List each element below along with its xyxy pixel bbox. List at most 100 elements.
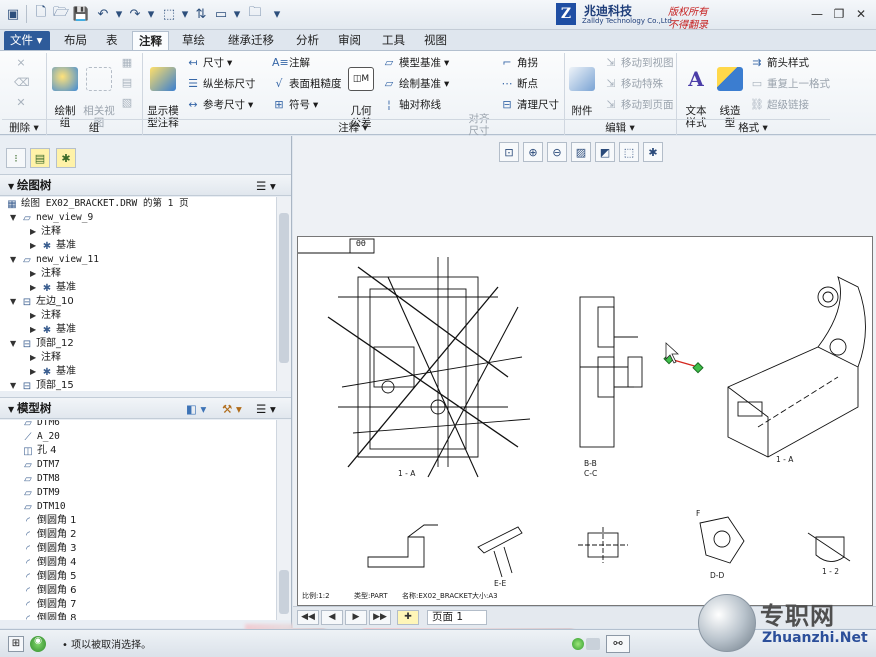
datum-display-icon[interactable]: ✱ xyxy=(643,142,663,162)
refit-icon[interactable]: ⊡ xyxy=(499,142,519,162)
tree-item[interactable]: ◜ 倒圆角 7 xyxy=(22,598,76,612)
close-button[interactable]: ✕ xyxy=(852,5,870,23)
new-page-icon[interactable]: ✚ xyxy=(397,610,419,625)
browser-icon[interactable]: ◉ xyxy=(30,636,46,652)
tree-item[interactable]: ◜ 倒圆角 3 xyxy=(22,542,76,556)
group-format-label[interactable]: 格式 ▾ xyxy=(676,119,830,135)
reference-dimension-button[interactable]: ↔ 参考尺寸 ▾ xyxy=(186,97,253,112)
open-folder-icon[interactable]: 🗁 xyxy=(52,5,70,23)
draw-tree-menu-icon[interactable]: ☰ ▾ xyxy=(256,176,276,196)
model-tree-filter-icon[interactable]: ◧ ▾ xyxy=(186,399,206,419)
tree-item[interactable]: ◜ 倒圆角 6 xyxy=(22,584,76,598)
tree-item[interactable]: ▶ 注释 xyxy=(30,309,61,323)
zoom-out-icon[interactable]: ⊖ xyxy=(547,142,567,162)
tree-item[interactable]: ▼ ▱ new_view_11 xyxy=(10,253,99,267)
tree-item[interactable]: ▱ DTM10 xyxy=(22,500,65,514)
tree-item[interactable]: ▱ DTM8 xyxy=(22,472,60,486)
symbol-button[interactable]: ⊞ 符号 ▾ xyxy=(272,97,318,112)
filter-binoculars-icon[interactable]: ⚯ xyxy=(606,635,630,653)
tree-item[interactable]: ⟋ A_20 xyxy=(22,430,60,444)
tab-table[interactable]: 表 xyxy=(100,31,124,50)
collapse-model-tree-icon[interactable]: ▼ xyxy=(8,405,17,414)
clean-dimension-button[interactable]: ⊟ 清理尺寸 xyxy=(500,97,559,112)
draw-group-button[interactable]: 绘制 组 xyxy=(50,55,80,129)
minimize-button[interactable]: — xyxy=(808,5,826,23)
tree-item[interactable]: ▶ 注释 xyxy=(30,267,61,281)
next-page-button[interactable]: ▶ xyxy=(345,610,367,625)
tree-item[interactable]: ▼ ⊟ 顶部_15 xyxy=(10,379,74,391)
tree-item[interactable]: ◜ 倒圆角 2 xyxy=(22,528,76,542)
tab-tools[interactable]: 工具 xyxy=(376,31,411,50)
last-page-button[interactable]: ▶▶ xyxy=(369,610,391,625)
axis-symmetry-button[interactable]: ¦ 轴对称线 xyxy=(382,97,441,112)
zoom-in-icon[interactable]: ⊕ xyxy=(523,142,543,162)
save-icon[interactable]: 💾 xyxy=(72,5,90,23)
geometric-tolerance-button[interactable]: ◫M 几何 公差 xyxy=(344,55,378,129)
tree-item[interactable]: ◫ 孔 4 xyxy=(22,444,56,458)
draw-tree-scroll-thumb[interactable] xyxy=(279,213,289,363)
tree-item[interactable]: ▶ ✱ 基准 xyxy=(30,239,76,253)
tree-item[interactable]: ▶ ✱ 基准 xyxy=(30,281,76,295)
group-delete-label[interactable]: 删除 ▾ xyxy=(2,119,46,135)
draw-tree-scrollbar[interactable] xyxy=(276,197,291,391)
redo-dropdown-icon[interactable]: ▾ xyxy=(142,5,160,23)
tree-item[interactable]: ▼ ⊟ 顶部_12 xyxy=(10,337,74,351)
dimension-dropdown-icon[interactable]: ▾ xyxy=(227,57,232,69)
model-tree-settings-icon[interactable]: ⚒ ▾ xyxy=(222,399,242,419)
tab-view[interactable]: 视图 xyxy=(418,31,453,50)
tree-item[interactable]: ◜ 倒圆角 1 xyxy=(22,514,76,528)
tree-item[interactable]: ▶ ✱ 基准 xyxy=(30,365,76,379)
model-tree-scroll-thumb[interactable] xyxy=(279,570,289,614)
tree-item[interactable]: ▱ DTM7 xyxy=(22,458,60,472)
tab-layout[interactable]: 布局 xyxy=(58,31,93,50)
tree-root[interactable]: ▦ 绘图 EX02_BRACKET.DRW 的第 1 页 xyxy=(6,197,188,211)
show-model-annotation-button[interactable]: 显示模 型注释 xyxy=(144,55,182,129)
group-annotate-label[interactable]: 注释 ▾ xyxy=(142,119,564,135)
tree-view-icon[interactable]: ⁝ xyxy=(6,148,26,168)
group-edit-label[interactable]: 编辑 ▾ xyxy=(564,119,676,135)
note-button[interactable]: A≡ 注解 xyxy=(272,55,310,70)
attachment-button[interactable]: 附件 xyxy=(566,55,598,117)
draw-datum-button[interactable]: ▱ 绘制基准 ▾ xyxy=(382,76,450,91)
close-window-icon[interactable]: 🗀 xyxy=(246,5,264,23)
draw-datum-dropdown-icon[interactable]: ▾ xyxy=(444,78,449,90)
regenerate-icon[interactable]: ⇅ xyxy=(192,5,210,23)
tree-item[interactable]: ◜ 倒圆角 5 xyxy=(22,570,76,584)
collapse-draw-tree-icon[interactable]: ▼ xyxy=(8,182,17,191)
symbol-dropdown-icon[interactable]: ▾ xyxy=(313,99,318,111)
message-log-icon[interactable]: ⊞ xyxy=(8,636,24,652)
arrow-style-button[interactable]: ⇉ 箭头样式 xyxy=(750,55,809,70)
tab-legacy-migration[interactable]: 继承迁移 xyxy=(222,31,280,50)
tree-item[interactable]: ▱ DTM6 xyxy=(22,420,60,430)
tree-item[interactable]: ▼ ⊟ 左边_10 xyxy=(10,295,74,309)
tab-review[interactable]: 审阅 xyxy=(332,31,367,50)
tree-item[interactable]: ▱ DTM9 xyxy=(22,486,60,500)
new-file-icon[interactable]: 🗋 xyxy=(32,5,50,23)
favorites-icon[interactable]: ✱ xyxy=(56,148,76,168)
drawing-canvas[interactable]: ⊡ ⊕ ⊖ ▨ ◩ ⬚ ✱ θθ B-B C-C 1 - A 1 - A F 1… xyxy=(245,136,876,650)
first-page-button[interactable]: ◀◀ xyxy=(297,610,319,625)
tree-item[interactable]: ◜ 倒圆角 8 xyxy=(22,612,76,620)
model-datum-button[interactable]: ▱ 模型基准 ▾ xyxy=(382,55,450,70)
page-tab[interactable]: 页面 1 xyxy=(427,610,487,625)
repaint-icon[interactable]: ▨ xyxy=(571,142,591,162)
display-style-icon[interactable]: ◩ xyxy=(595,142,615,162)
model-datum-dropdown-icon[interactable]: ▾ xyxy=(444,57,449,69)
dimension-button[interactable]: ↤ 尺寸 ▾ xyxy=(186,55,232,70)
corner-button[interactable]: ⌐ 角拐 xyxy=(500,55,538,70)
text-style-button[interactable]: A 文本 样式 xyxy=(680,55,712,129)
line-style-button[interactable]: 线造 型 xyxy=(714,55,746,129)
surface-finish-button[interactable]: √ 表面粗糙度 xyxy=(272,76,341,91)
tree-item[interactable]: ◜ 倒圆角 4 xyxy=(22,556,76,570)
layers-icon[interactable]: ▤ xyxy=(30,148,50,168)
prev-page-button[interactable]: ◀ xyxy=(321,610,343,625)
customize-toolbar-icon[interactable]: ▾ xyxy=(268,5,286,23)
tree-item[interactable]: ▶ 注释 xyxy=(30,225,61,239)
tab-file[interactable]: 文件 ▾ xyxy=(4,31,50,50)
reference-dimension-dropdown-icon[interactable]: ▾ xyxy=(248,99,253,111)
ordinate-dimension-button[interactable]: ☰ 纵坐标尺寸 xyxy=(186,76,255,91)
tab-analysis[interactable]: 分析 xyxy=(290,31,325,50)
tree-item[interactable]: ▶ ✱ 基准 xyxy=(30,323,76,337)
tab-sketch[interactable]: 草绘 xyxy=(176,31,211,50)
model-tree-scrollbar[interactable] xyxy=(276,420,291,620)
